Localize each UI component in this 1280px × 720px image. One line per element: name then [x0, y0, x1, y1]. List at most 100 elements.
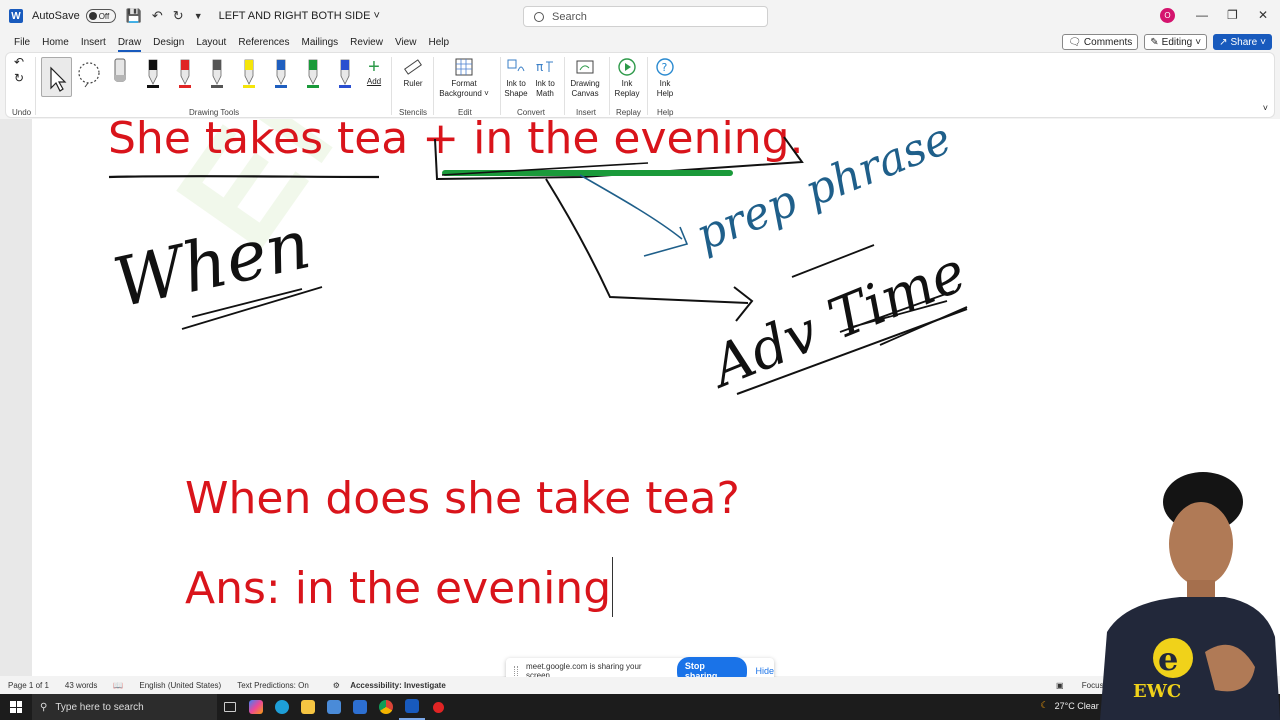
chrome-browser-icon[interactable]: [373, 694, 399, 720]
separator: [35, 57, 36, 115]
store-icon[interactable]: [321, 694, 347, 720]
ink-when-text: When: [107, 205, 317, 323]
ink-to-math-button[interactable]: π Ink to Math: [533, 57, 557, 99]
group-label-undo: Undo: [12, 108, 32, 117]
format-background-label-2: Background: [439, 89, 482, 98]
format-background-button[interactable]: Format Background ˅: [438, 57, 490, 99]
collapse-ribbon-icon[interactable]: ˅: [1263, 103, 1268, 113]
ink-to-shape-button[interactable]: Ink to Shape: [504, 57, 528, 99]
ink-replay-button[interactable]: Ink Replay: [612, 57, 642, 99]
separator: [433, 57, 434, 115]
autosave-toggle[interactable]: Off: [85, 9, 116, 23]
file-explorer-icon[interactable]: [295, 694, 321, 720]
redo-icon[interactable]: ↻: [173, 8, 184, 24]
tab-file[interactable]: File: [8, 33, 36, 51]
document-title[interactable]: LEFT AND RIGHT BOTH SIDE ˅: [219, 10, 380, 22]
ink-blue-arrow: [579, 174, 683, 240]
tab-draw[interactable]: Draw: [112, 33, 147, 52]
share-button[interactable]: ↗ Share ˅: [1213, 34, 1272, 50]
ruler-button[interactable]: Ruler: [398, 57, 428, 89]
copilot-icon[interactable]: [243, 694, 269, 720]
ink-to-math-label-2: Math: [536, 89, 554, 98]
drag-handle-icon[interactable]: [514, 666, 518, 676]
user-avatar[interactable]: O: [1160, 8, 1175, 23]
lasso-select-icon[interactable]: [76, 61, 104, 89]
select-tool-button[interactable]: [41, 57, 72, 97]
drawing-canvas-button[interactable]: Drawing Canvas: [568, 57, 602, 99]
word-count[interactable]: 43 words: [65, 681, 97, 690]
taskbar-search[interactable]: ⚲ Type here to search: [32, 694, 217, 720]
hide-share-bar-link[interactable]: Hide: [755, 666, 774, 676]
comment-icon: 🗨: [1068, 36, 1081, 48]
comments-button[interactable]: 🗨 Comments: [1062, 34, 1139, 50]
language-status[interactable]: English (United States): [139, 681, 221, 690]
edge-browser-icon[interactable]: [269, 694, 295, 720]
recorder-icon[interactable]: [425, 694, 451, 720]
ink-help-button[interactable]: ? Ink Help: [652, 57, 678, 99]
blue-pen-icon[interactable]: [271, 58, 289, 88]
editing-label: Editing: [1161, 36, 1193, 48]
task-view-icon[interactable]: [217, 694, 243, 720]
ink-to-math-icon: π: [536, 60, 553, 74]
page-count[interactable]: Page 1 of 1: [8, 681, 49, 690]
word-taskbar-icon[interactable]: [399, 694, 425, 720]
undo-icon[interactable]: ↶: [14, 56, 24, 68]
start-button[interactable]: [0, 694, 32, 720]
tab-help[interactable]: Help: [422, 33, 455, 51]
search-placeholder: Search: [552, 10, 587, 23]
group-label-stencils: Stencils: [399, 108, 428, 117]
comments-label: Comments: [1083, 36, 1133, 48]
autosave-state: Off: [98, 11, 110, 21]
toggle-knob: [88, 12, 97, 20]
customize-qat-icon[interactable]: ▼: [194, 11, 203, 21]
tab-references[interactable]: References: [232, 33, 295, 51]
group-label-edit: Edit: [458, 108, 472, 117]
red-pen-icon[interactable]: [175, 58, 193, 88]
accessibility-status[interactable]: ⚙ Accessibility: Investigate: [325, 681, 446, 690]
tab-design[interactable]: Design: [147, 33, 190, 51]
minimize-icon[interactable]: —: [1196, 8, 1208, 22]
tab-insert[interactable]: Insert: [75, 33, 112, 51]
drawing-canvas-label-2: Canvas: [571, 89, 599, 98]
draw-ribbon: ↶ ↻ Undo + Add Drawing Tools Ruler Stenci…: [5, 52, 1275, 118]
chevron-down-icon: ˅: [1195, 36, 1202, 48]
accessibility-icon: ⚙: [332, 681, 340, 690]
gray-pencil-icon[interactable]: [207, 58, 225, 88]
close-icon[interactable]: ✕: [1258, 8, 1268, 22]
tab-layout[interactable]: Layout: [190, 33, 232, 51]
tab-review[interactable]: Review: [344, 33, 389, 51]
redo-icon[interactable]: ↻: [14, 72, 24, 84]
add-pen-button[interactable]: + Add: [363, 57, 385, 87]
tab-view[interactable]: View: [389, 33, 423, 51]
windows-logo-icon: [10, 701, 22, 713]
blue-sparkle-pen-icon[interactable]: [335, 58, 353, 88]
save-icon[interactable]: 💾: [126, 8, 142, 24]
text-predictions-status[interactable]: Text Predictions: On: [237, 681, 309, 690]
tab-mailings[interactable]: Mailings: [295, 33, 344, 51]
ruler-icon: [404, 59, 422, 75]
group-label-convert: Convert: [517, 108, 546, 117]
mail-icon[interactable]: [347, 694, 373, 720]
green-pen-icon[interactable]: [303, 58, 321, 88]
plus-icon: +: [368, 56, 380, 78]
proofing-icon[interactable]: 📖: [113, 681, 123, 690]
ink-replay-label-2: Replay: [614, 89, 640, 98]
yellow-highlighter-icon[interactable]: [239, 58, 257, 88]
ink-to-shape-label-2: Shape: [504, 89, 528, 98]
weather-icon[interactable]: ☾: [1041, 700, 1049, 711]
restore-icon[interactable]: ❐: [1227, 8, 1238, 22]
undo-icon[interactable]: ↶: [152, 8, 163, 24]
tab-home[interactable]: Home: [36, 33, 75, 51]
editing-mode-button[interactable]: ✎ Editing ˅: [1144, 34, 1208, 50]
help-question-icon: ?: [656, 58, 674, 76]
ink-to-shape-icon: [507, 59, 525, 72]
separator: [391, 57, 392, 115]
search-icon: ⚲: [40, 701, 48, 713]
group-label-insert: Insert: [576, 108, 597, 117]
eraser-icon[interactable]: [110, 57, 130, 89]
presenter-webcam: e EWC: [1100, 472, 1280, 720]
black-pen-icon[interactable]: [143, 58, 161, 88]
search-box[interactable]: Search: [523, 6, 768, 27]
drawing-canvas-label-1: Drawing: [570, 79, 600, 88]
ribbon-right-buttons: 🗨 Comments ✎ Editing ˅ ↗ Share ˅: [1062, 34, 1272, 50]
